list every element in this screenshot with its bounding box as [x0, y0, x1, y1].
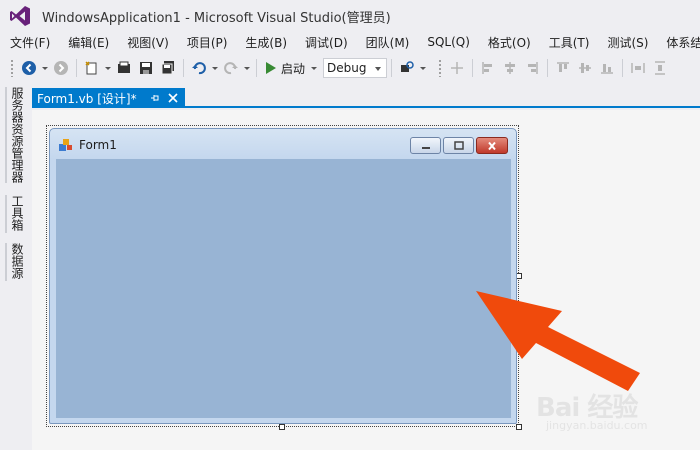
menu-sql[interactable]: SQL(Q) — [417, 35, 478, 49]
form1-window[interactable]: Form1 — [49, 128, 517, 424]
undo-dropdown-caret[interactable] — [210, 57, 220, 79]
document-tab-label: Form1.vb [设计]* — [37, 91, 137, 106]
open-file-icon[interactable] — [113, 57, 135, 79]
menu-test[interactable]: 测试(S) — [597, 34, 656, 51]
close-icon — [488, 141, 496, 150]
standard-toolbar: 启动 Debug — [0, 54, 700, 82]
left-tool-window-strip: 服务器资源管理器 工具箱 数据源 — [0, 85, 32, 450]
document-tab-strip: Form1.vb [设计]* — [32, 88, 700, 108]
menu-file[interactable]: 文件(F) — [0, 34, 58, 51]
redo-icon[interactable] — [220, 57, 242, 79]
maximize-icon — [453, 140, 464, 150]
align-tops-icon[interactable] — [552, 57, 574, 79]
layout-toolbar-grip[interactable] — [438, 59, 443, 77]
make-same-height-icon[interactable] — [649, 57, 671, 79]
start-debugging-button[interactable]: 启动 — [261, 57, 309, 79]
menu-tools[interactable]: 工具(T) — [539, 34, 598, 51]
pin-icon[interactable] — [149, 92, 161, 104]
maximize-button[interactable] — [443, 137, 474, 154]
tab-toolbox[interactable]: 工具箱 — [9, 195, 26, 231]
server-explorer-tab-indicator — [5, 87, 7, 183]
make-same-width-icon[interactable] — [627, 57, 649, 79]
save-icon[interactable] — [135, 57, 157, 79]
form-title-bar: Form1 — [58, 137, 117, 153]
menu-build[interactable]: 生成(B) — [235, 34, 295, 51]
form-title: Form1 — [79, 138, 117, 152]
align-bottoms-icon[interactable] — [596, 57, 618, 79]
resize-handle-bottom-right[interactable] — [516, 424, 522, 430]
close-icon[interactable] — [167, 92, 179, 104]
form-icon — [59, 139, 72, 151]
new-project-dropdown-caret[interactable] — [103, 57, 113, 79]
align-lefts-icon[interactable] — [477, 57, 499, 79]
forward-icon[interactable] — [50, 57, 72, 79]
tab-form1-designer[interactable]: Form1.vb [设计]* — [32, 88, 185, 108]
toolbar-separator — [622, 59, 624, 77]
solution-configuration-select[interactable]: Debug — [323, 58, 388, 78]
form-caption-buttons — [408, 137, 508, 154]
solution-configuration-value: Debug — [327, 61, 367, 75]
menu-bar: 文件(F) 编辑(E) 视图(V) 项目(P) 生成(B) 调试(D) 团队(M… — [0, 32, 700, 52]
annotation-arrow — [476, 291, 640, 391]
toolbar-grip[interactable] — [10, 59, 14, 77]
menu-format[interactable]: 格式(O) — [478, 34, 539, 51]
toolbar-separator — [472, 59, 474, 77]
visual-studio-logo-icon — [10, 6, 30, 26]
align-rights-icon[interactable] — [521, 57, 543, 79]
form-client-area[interactable] — [56, 159, 511, 418]
toolbar-separator — [76, 59, 77, 77]
menu-edit[interactable]: 编辑(E) — [58, 34, 117, 51]
back-icon[interactable] — [18, 57, 40, 79]
menu-architecture[interactable]: 体系结构 — [656, 34, 700, 51]
toolbar-separator — [547, 59, 549, 77]
find-dropdown-caret[interactable] — [418, 57, 428, 79]
redo-dropdown-caret[interactable] — [242, 57, 252, 79]
new-project-icon[interactable] — [81, 57, 103, 79]
align-centers-icon[interactable] — [499, 57, 521, 79]
toolbar-separator — [183, 59, 184, 77]
data-sources-tab-indicator — [5, 243, 7, 281]
menu-team[interactable]: 团队(M) — [356, 34, 418, 51]
align-to-grid-icon[interactable] — [446, 57, 468, 79]
align-middles-icon[interactable] — [574, 57, 596, 79]
back-dropdown-caret[interactable] — [40, 57, 50, 79]
minimize-button[interactable] — [410, 137, 441, 154]
save-all-icon[interactable] — [157, 57, 179, 79]
watermark-sub: jingyan.baidu.com — [546, 419, 648, 432]
menu-view[interactable]: 视图(V) — [117, 34, 177, 51]
tab-server-explorer[interactable]: 服务器资源管理器 — [9, 87, 26, 183]
window-title: WindowsApplication1 - Microsoft Visual S… — [42, 10, 391, 26]
find-in-files-icon[interactable] — [396, 57, 418, 79]
close-button[interactable] — [476, 137, 508, 154]
toolbox-tab-indicator — [5, 195, 7, 233]
title-bar: WindowsApplication1 - Microsoft Visual S… — [0, 0, 700, 32]
toolbar-separator — [256, 59, 257, 77]
play-icon — [266, 62, 276, 74]
menu-debug[interactable]: 调试(D) — [295, 34, 356, 51]
menu-project[interactable]: 项目(P) — [177, 34, 236, 51]
resize-handle-bottom[interactable] — [279, 424, 285, 430]
minimize-icon — [421, 146, 430, 149]
start-label: 启动 — [281, 61, 306, 76]
tab-data-sources[interactable]: 数据源 — [9, 243, 26, 279]
start-dropdown-caret[interactable] — [309, 57, 319, 79]
toolbar-separator — [391, 59, 393, 77]
undo-icon[interactable] — [188, 57, 210, 79]
baidu-jingyan-watermark: Bai 经验 jingyan.baidu.com — [536, 385, 686, 435]
